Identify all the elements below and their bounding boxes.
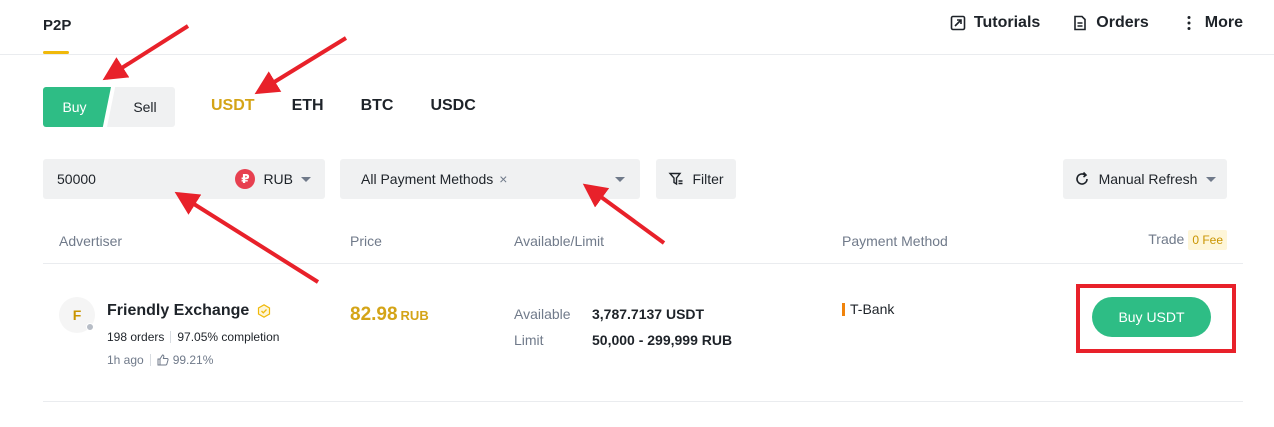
advertiser-name[interactable]: Friendly Exchange — [107, 302, 271, 320]
payment-method-color-bar — [842, 302, 845, 316]
payment-method-select[interactable]: All Payment Methods × — [340, 159, 640, 199]
sell-tab[interactable]: Sell — [107, 87, 175, 127]
more-menu[interactable]: More — [1181, 14, 1243, 32]
header-price: Price — [350, 233, 382, 249]
more-label: More — [1204, 14, 1243, 31]
ad-price: 82.98 RUB — [350, 304, 429, 326]
header-advertiser: Advertiser — [59, 233, 123, 249]
brand-title[interactable]: P2P — [43, 17, 71, 34]
currency-select[interactable]: ₽ RUB — [235, 169, 311, 189]
limit-line: Limit 50,000 - 299,999 RUB — [514, 327, 732, 353]
tutorials-icon — [950, 15, 966, 31]
zero-fee-badge: 0 Fee — [1188, 230, 1227, 250]
order-count: 198 orders — [107, 330, 165, 344]
chevron-down-icon — [615, 177, 625, 182]
coin-tab-usdt[interactable]: USDT — [211, 97, 255, 115]
filter-icon — [668, 172, 683, 186]
clear-icon[interactable]: × — [499, 171, 507, 187]
divider — [170, 331, 172, 343]
table-row: F Friendly Exchange 198 orders 97.05% co… — [43, 265, 1243, 402]
header-trade-label: Trade — [1148, 231, 1185, 247]
filter-button[interactable]: Filter — [656, 159, 736, 199]
chevron-down-icon — [301, 176, 311, 182]
more-vertical-icon — [1187, 16, 1191, 30]
manual-refresh-select[interactable]: Manual Refresh — [1063, 159, 1227, 199]
header-payment-method: Payment Method — [842, 233, 948, 249]
refresh-label: Manual Refresh — [1098, 171, 1198, 187]
limit-value: 50,000 - 299,999 RUB — [592, 332, 733, 348]
filter-label: Filter — [692, 171, 724, 187]
amount-value: 50000 — [57, 171, 96, 187]
ruble-icon: ₽ — [235, 169, 256, 189]
orders-label: Orders — [1096, 14, 1149, 31]
payment-method-label: All Payment Methods — [361, 171, 494, 187]
coin-tab-btc[interactable]: BTC — [361, 97, 394, 115]
annotation-highlight-box — [1076, 284, 1236, 353]
advertiser-stats: 198 orders 97.05% completion — [107, 330, 279, 344]
available-limit: Available 3,787.7137 USDT Limit 50,000 - 2… — [514, 301, 732, 353]
advertiser-meta: 1h ago 99.21% — [107, 353, 213, 367]
completion-rate: 97.05% completion — [177, 330, 280, 344]
header-available-limit: Available/Limit — [514, 233, 605, 249]
coin-tab-eth[interactable]: ETH — [292, 97, 324, 115]
currency-label: RUB — [263, 171, 293, 187]
payment-method-value: All Payment Methods × — [361, 171, 507, 187]
refresh-icon — [1075, 171, 1088, 185]
available-label: Available — [514, 306, 571, 322]
tutorials-link[interactable]: Tutorials — [950, 14, 1040, 32]
tutorials-label: Tutorials — [973, 14, 1041, 31]
payment-method-tag: T-Bank — [842, 301, 894, 317]
orders-link[interactable]: Orders — [1072, 14, 1149, 32]
verified-badge-icon — [258, 304, 271, 318]
available-line: Available 3,787.7137 USDT — [514, 301, 732, 327]
header-trade: Trade 0 Fee — [1148, 230, 1227, 250]
thumbs-up-icon — [157, 354, 169, 366]
available-value: 3,787.7137 USDT — [592, 306, 705, 322]
advertiser-name-label: Friendly Exchange — [107, 302, 250, 319]
rating: 99.21% — [157, 353, 214, 367]
nav-right: Tutorials Orders More — [950, 14, 1243, 32]
orders-icon — [1074, 15, 1087, 31]
online-status-dot — [86, 323, 94, 331]
table-header: Advertiser Price Available/Limit Payment… — [43, 222, 1243, 264]
divider — [149, 354, 151, 366]
payment-method-name: T-Bank — [850, 301, 895, 317]
last-active: 1h ago — [107, 353, 144, 367]
top-nav: P2P Tutorials Orders More — [0, 0, 1274, 55]
price-value: 82.98 — [350, 304, 398, 325]
chevron-down-icon — [1206, 176, 1217, 182]
buy-tab[interactable]: Buy — [43, 87, 111, 127]
amount-input[interactable]: 50000 ₽ RUB — [43, 159, 325, 199]
limit-label: Limit — [514, 332, 544, 348]
buy-sell-toggle: Buy Sell — [43, 87, 175, 127]
coin-tab-usdc[interactable]: USDC — [430, 97, 475, 115]
brand-active-indicator — [43, 51, 69, 54]
coin-tabs: USDT ETH BTC USDC — [211, 97, 476, 115]
price-currency: RUB — [400, 308, 429, 323]
rating-value: 99.21% — [172, 353, 214, 367]
